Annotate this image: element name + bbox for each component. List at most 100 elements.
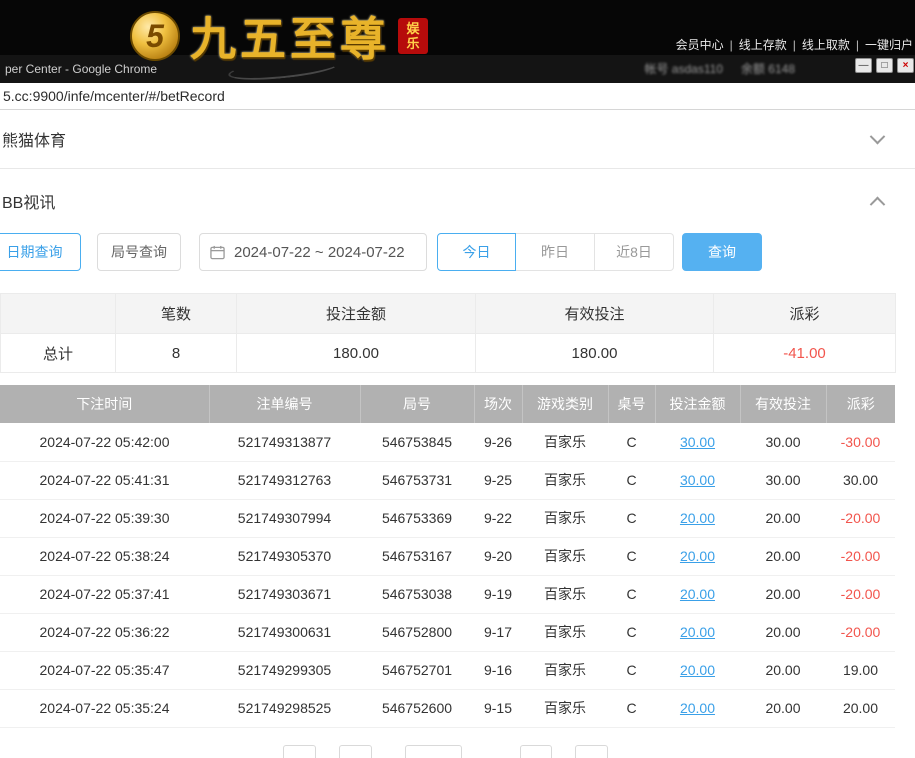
session-cell: 9-20 xyxy=(474,537,522,575)
round-query-tab[interactable]: 局号查询 xyxy=(97,233,181,271)
payout-cell: 30.00 xyxy=(826,461,895,499)
table-number-cell: C xyxy=(608,613,655,651)
logo-badge-char-bottom: 乐 xyxy=(406,37,419,51)
summary-bet-value: 180.00 xyxy=(237,334,476,373)
bet-time-cell: 2024-07-22 05:37:41 xyxy=(0,575,209,613)
session-cell: 9-15 xyxy=(474,689,522,727)
search-button[interactable]: 查询 xyxy=(682,233,762,271)
table-row: 2024-07-22 05:39:30521749307994546753369… xyxy=(0,499,895,537)
nav-one-key-transfer[interactable]: 一键归户 xyxy=(865,36,913,53)
session-cell: 9-16 xyxy=(474,651,522,689)
bet-amount-link[interactable]: 30.00 xyxy=(680,472,715,488)
game-type-cell: 百家乐 xyxy=(522,613,608,651)
section-bb-video[interactable]: BB视讯 xyxy=(0,180,915,222)
bet-time-cell: 2024-07-22 05:38:24 xyxy=(0,537,209,575)
logo-badge: 娱 乐 xyxy=(398,18,428,54)
window-controls: — □ × xyxy=(855,58,914,73)
bet-amount-link[interactable]: 20.00 xyxy=(680,548,715,564)
top-nav: 会员中心 | 线上存款 | 线上取款 | 一键归户 xyxy=(676,36,915,53)
header-payout: 派彩 xyxy=(826,385,895,423)
date-range-value: 2024-07-22 ~ 2024-07-22 xyxy=(234,244,405,261)
table-number-cell: C xyxy=(608,651,655,689)
bet-amount-link[interactable]: 20.00 xyxy=(680,662,715,678)
header-round-number: 局号 xyxy=(360,385,474,423)
header-game-type: 游戏类别 xyxy=(522,385,608,423)
round-number-cell: 546753731 xyxy=(360,461,474,499)
nav-deposit[interactable]: 线上存款 xyxy=(739,36,787,53)
pagination-box[interactable] xyxy=(405,745,462,758)
balance-text: 余额 6148 xyxy=(741,55,795,83)
summary-total-label: 总计 xyxy=(1,334,116,373)
nav-withdraw[interactable]: 线上取款 xyxy=(802,36,850,53)
bet-amount-cell: 20.00 xyxy=(655,689,740,727)
header-session: 场次 xyxy=(474,385,522,423)
table-row: 2024-07-22 05:38:24521749305370546753167… xyxy=(0,537,895,575)
section-panda-sports[interactable]: 熊猫体育 xyxy=(0,118,915,160)
table-row: 2024-07-22 05:41:31521749312763546753731… xyxy=(0,461,895,499)
header-valid-bet: 有效投注 xyxy=(740,385,826,423)
bet-amount-link[interactable]: 20.00 xyxy=(680,586,715,602)
table-row: 2024-07-22 05:37:41521749303671546753038… xyxy=(0,575,895,613)
game-type-cell: 百家乐 xyxy=(522,423,608,461)
table-row: 2024-07-22 05:35:47521749299305546752701… xyxy=(0,651,895,689)
valid-bet-cell: 30.00 xyxy=(740,461,826,499)
order-number-cell: 521749298525 xyxy=(209,689,360,727)
address-bar[interactable]: 5.cc:9900/infe/mcenter/#/betRecord xyxy=(0,83,915,110)
payout-cell: -30.00 xyxy=(826,423,895,461)
bet-time-cell: 2024-07-22 05:35:47 xyxy=(0,651,209,689)
summary-table: 笔数 投注金额 有效投注 派彩 总计 8 180.00 180.00 -41.0… xyxy=(0,293,896,373)
pagination-box[interactable] xyxy=(283,745,316,758)
payout-cell: -20.00 xyxy=(826,575,895,613)
pagination-box[interactable] xyxy=(520,745,552,758)
bet-amount-link[interactable]: 30.00 xyxy=(680,434,715,450)
bet-amount-cell: 20.00 xyxy=(655,499,740,537)
header-order-number: 注单编号 xyxy=(209,385,360,423)
bet-amount-cell: 20.00 xyxy=(655,575,740,613)
site-logo[interactable]: 5 九五至尊 娱 乐 xyxy=(130,3,428,69)
bet-amount-cell: 30.00 xyxy=(655,461,740,499)
round-number-cell: 546753167 xyxy=(360,537,474,575)
last-8-days-button[interactable]: 近8日 xyxy=(595,233,674,271)
table-number-cell: C xyxy=(608,537,655,575)
yesterday-button[interactable]: 昨日 xyxy=(516,233,595,271)
summary-valid-value: 180.00 xyxy=(476,334,714,373)
round-number-cell: 546753038 xyxy=(360,575,474,613)
round-number-cell: 546752600 xyxy=(360,689,474,727)
order-number-cell: 521749305370 xyxy=(209,537,360,575)
today-button[interactable]: 今日 xyxy=(437,233,516,271)
bet-amount-cell: 20.00 xyxy=(655,651,740,689)
summary-header-count: 笔数 xyxy=(116,294,237,334)
url-text: 5.cc:9900/infe/mcenter/#/betRecord xyxy=(0,83,915,109)
order-number-cell: 521749307994 xyxy=(209,499,360,537)
bet-table-body: 2024-07-22 05:42:00521749313877546753845… xyxy=(0,423,895,727)
summary-header-blank xyxy=(1,294,116,334)
table-number-cell: C xyxy=(608,575,655,613)
close-button[interactable]: × xyxy=(897,58,914,73)
bet-time-cell: 2024-07-22 05:42:00 xyxy=(0,423,209,461)
filter-toolbar: 日期查询 局号查询 2024-07-22 ~ 2024-07-22 今日 昨日 … xyxy=(0,233,915,271)
section-panda-label: 熊猫体育 xyxy=(0,127,66,151)
logo-badge-char-top: 娱 xyxy=(406,22,419,36)
summary-header-row: 笔数 投注金额 有效投注 派彩 xyxy=(1,294,896,334)
order-number-cell: 521749300631 xyxy=(209,613,360,651)
valid-bet-cell: 30.00 xyxy=(740,423,826,461)
session-cell: 9-25 xyxy=(474,461,522,499)
date-query-tab[interactable]: 日期查询 xyxy=(0,233,81,271)
game-type-cell: 百家乐 xyxy=(522,689,608,727)
chevron-up-icon[interactable] xyxy=(867,191,887,211)
date-range-input[interactable]: 2024-07-22 ~ 2024-07-22 xyxy=(199,233,427,271)
nav-member-center[interactable]: 会员中心 xyxy=(676,36,724,53)
site-topbar: 5 九五至尊 娱 乐 会员中心 | 线上存款 | 线上取款 | 一键归户 xyxy=(0,0,915,55)
pagination-box[interactable] xyxy=(339,745,372,758)
bet-amount-link[interactable]: 20.00 xyxy=(680,700,715,716)
minimize-button[interactable]: — xyxy=(855,58,872,73)
quick-date-group: 今日 昨日 近8日 xyxy=(437,233,674,271)
table-number-cell: C xyxy=(608,689,655,727)
pagination-box[interactable] xyxy=(575,745,608,758)
bet-amount-link[interactable]: 20.00 xyxy=(680,510,715,526)
bet-amount-link[interactable]: 20.00 xyxy=(680,624,715,640)
nav-separator: | xyxy=(856,38,859,52)
maximize-button[interactable]: □ xyxy=(876,58,893,73)
game-type-cell: 百家乐 xyxy=(522,499,608,537)
chevron-down-icon[interactable] xyxy=(867,129,887,149)
